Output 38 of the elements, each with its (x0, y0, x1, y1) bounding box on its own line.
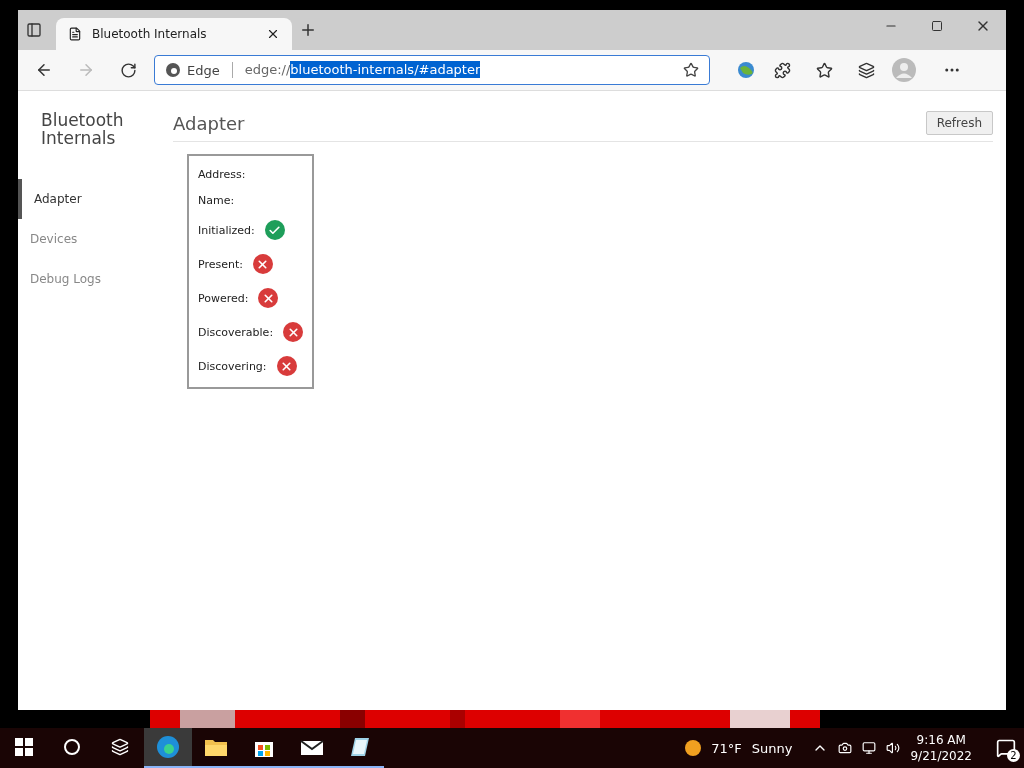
sidebar-item[interactable]: Debug Logs (14, 259, 173, 299)
temperature[interactable]: 71°F (711, 740, 742, 756)
weather-text[interactable]: Sunny (751, 740, 793, 756)
field-label: Address: (198, 167, 246, 181)
taskbar-app[interactable] (144, 728, 192, 768)
clock-date[interactable]: 9/21/2022 (910, 748, 972, 764)
sidebar-item[interactable]: Adapter (18, 179, 173, 219)
clock-time[interactable]: 9:16 AM (916, 732, 966, 748)
network-icon[interactable] (862, 741, 877, 755)
notification-count: 2 (1007, 749, 1020, 762)
field-label: Initialized: (198, 223, 255, 237)
field-label: Present: (198, 257, 243, 271)
add-favorite-icon[interactable] (683, 62, 699, 78)
browser-tab[interactable]: Bluetooth Internals (56, 18, 292, 50)
field-label: Discovering: (198, 359, 267, 373)
refresh-button[interactable]: Refresh (925, 111, 993, 135)
site-label: Edge (187, 62, 220, 78)
field-label: Powered: (198, 291, 249, 305)
sidebar-item[interactable]: Devices (14, 219, 173, 259)
folder-icon (204, 737, 228, 757)
field-label: Name: (198, 193, 235, 207)
page-icon (68, 27, 82, 41)
browser-logo-icon (165, 62, 181, 78)
camera-icon[interactable] (838, 741, 853, 755)
browser-icon (156, 735, 180, 759)
envelope-icon (300, 738, 324, 756)
field-label: Discoverable: (198, 325, 274, 339)
url-text: edge://bluetooth-internals/#adapter (244, 61, 481, 79)
app-title: Bluetooth Internals (41, 111, 125, 147)
close-tab-icon[interactable] (266, 27, 280, 41)
weather-icon[interactable] (685, 740, 702, 756)
address-bar[interactable]: Edge edge://bluetooth-internals/#adapter (154, 55, 710, 85)
globe-icon[interactable] (736, 60, 756, 80)
volume-icon[interactable] (886, 741, 901, 755)
notifications-icon[interactable] (996, 738, 1016, 758)
notepad-icon (349, 736, 371, 758)
tab-title: Bluetooth Internals (92, 27, 208, 41)
page-title: Adapter (173, 112, 245, 134)
